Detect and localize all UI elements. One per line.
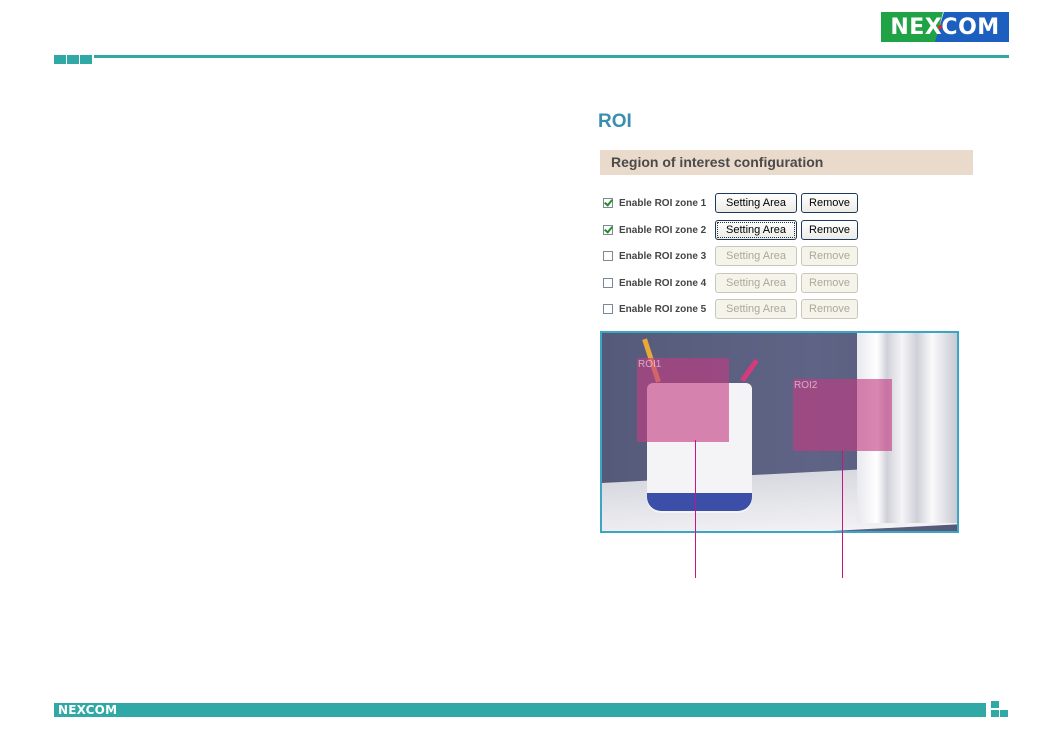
footer-logo: NEXCOM [58, 703, 118, 717]
roi-zone-row-1: Enable ROI zone 1 Setting Area Remove [603, 192, 862, 214]
zone-2-checkbox[interactable] [603, 225, 613, 235]
roi-1-callout-line [695, 440, 696, 578]
zone-2-setting-area-button[interactable]: Setting Area [715, 220, 797, 240]
zone-4-checkbox[interactable] [603, 278, 613, 288]
roi-2-callout-line [842, 450, 843, 578]
roi-zone-row-5: Enable ROI zone 5 Setting Area Remove [603, 298, 862, 320]
nexcom-logo: NEXCOM [881, 12, 1009, 42]
section-title: ROI [598, 111, 632, 132]
roi-1-label: ROI1 [638, 359, 662, 370]
zone-3-setting-area-button[interactable]: Setting Area [715, 246, 797, 266]
zone-1-checkbox[interactable] [603, 198, 613, 208]
zone-4-label: Enable ROI zone 4 [619, 277, 707, 289]
footer-bar [54, 703, 986, 717]
zone-5-setting-area-button[interactable]: Setting Area [715, 299, 797, 319]
zone-5-remove-button[interactable]: Remove [801, 299, 858, 319]
zone-4-setting-area-button[interactable]: Setting Area [715, 273, 797, 293]
header-rule [94, 55, 1009, 58]
config-header-bar: Region of interest configuration [600, 150, 973, 175]
roi-zone-row-3: Enable ROI zone 3 Setting Area Remove [603, 245, 862, 267]
header-squares-decoration [54, 55, 92, 64]
roi-2-overlay[interactable]: ROI2 [793, 379, 892, 451]
footer-squares-decoration [991, 701, 1011, 719]
roi-2-label: ROI2 [794, 380, 818, 391]
zone-3-remove-button[interactable]: Remove [801, 246, 858, 266]
config-header-title: Region of interest configuration [611, 154, 824, 170]
roi-zone-row-2: Enable ROI zone 2 Setting Area Remove [603, 219, 862, 241]
zone-5-label: Enable ROI zone 5 [619, 303, 707, 315]
zone-2-remove-button[interactable]: Remove [801, 220, 858, 240]
logo-text: NEXCOM [890, 14, 1000, 40]
zone-1-remove-button[interactable]: Remove [801, 193, 858, 213]
zone-1-label: Enable ROI zone 1 [619, 197, 707, 209]
preview-pen-holder-base [647, 493, 752, 511]
zone-1-setting-area-button[interactable]: Setting Area [715, 193, 797, 213]
zone-4-remove-button[interactable]: Remove [801, 273, 858, 293]
zone-5-checkbox[interactable] [603, 304, 613, 314]
zone-3-checkbox[interactable] [603, 251, 613, 261]
roi-zone-row-4: Enable ROI zone 4 Setting Area Remove [603, 272, 862, 294]
zone-2-label: Enable ROI zone 2 [619, 224, 707, 236]
camera-preview[interactable]: ROI1 ROI2 [600, 331, 959, 533]
roi-1-overlay[interactable]: ROI1 [637, 358, 729, 442]
zone-3-label: Enable ROI zone 3 [619, 250, 707, 262]
